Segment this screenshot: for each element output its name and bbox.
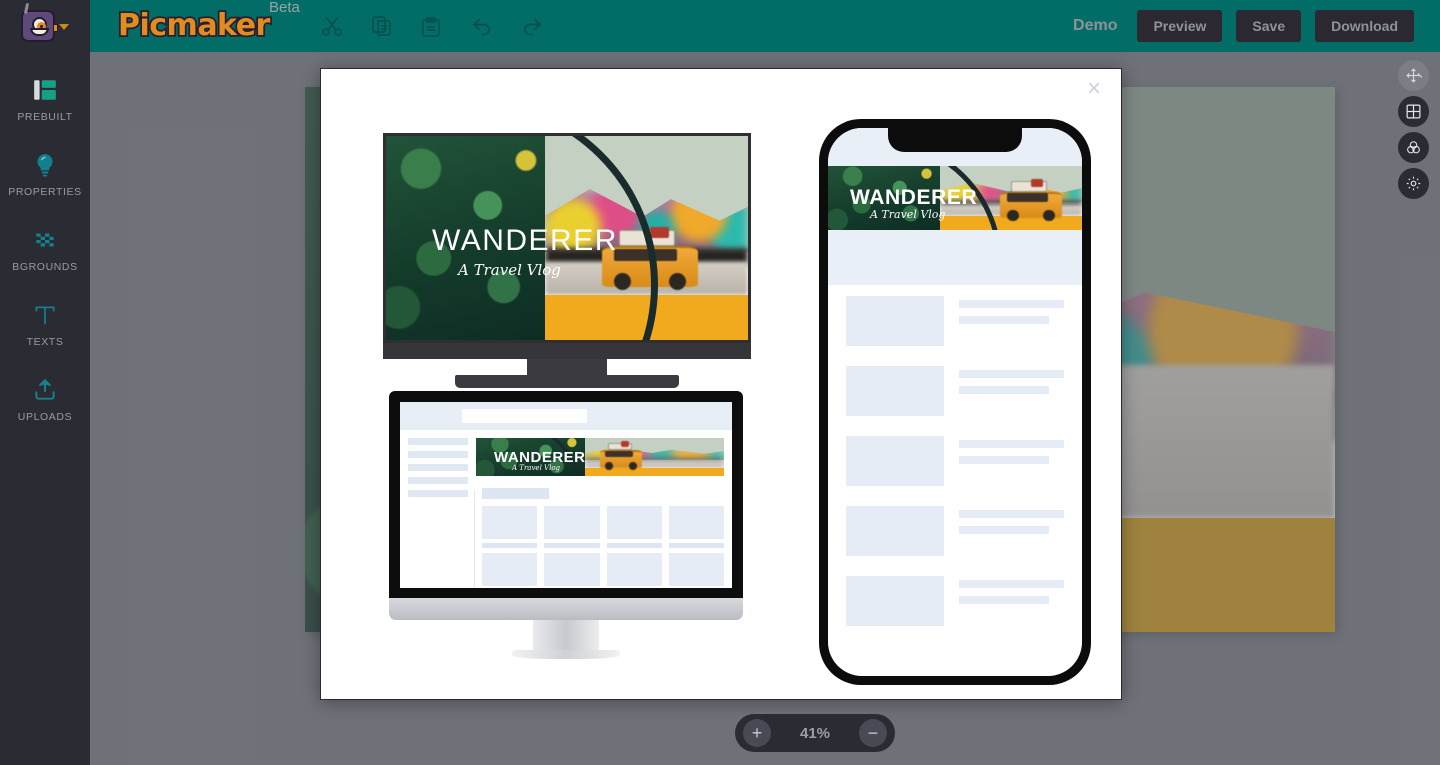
undo-icon[interactable] [470,14,494,38]
sidebar-item-prebuilt[interactable]: PREBUILT [0,62,90,137]
phone-content-list [828,296,1082,676]
upload-icon [32,377,58,403]
zoom-control: + 41% − [735,714,895,752]
paste-icon[interactable] [420,14,444,38]
layout-grid-icon [32,77,58,103]
sidebar-item-uploads[interactable]: UPLOADS [0,362,90,437]
sidebar-label-prebuilt: PREBUILT [17,110,73,123]
project-name[interactable]: Demo [1073,17,1117,35]
tv-mockup: WANDERER A Travel Vlog [383,133,751,388]
mockup-preview-modal: × WANDERER A Travel Vlog WANDERER A Trav… [320,68,1122,700]
grid-tool-icon[interactable] [1398,96,1429,127]
checkerboard-icon [32,227,58,253]
banner-subtitle: A Travel Vlog [512,464,561,472]
tv-screen: WANDERER A Travel Vlog [383,133,751,343]
banner-subtitle: A Travel Vlog [458,261,561,279]
wireframe-row [482,553,724,588]
wireframe-nav-column [408,438,468,503]
redo-icon[interactable] [520,14,544,38]
app-logo: Picmaker Beta [116,0,300,43]
sidebar-item-texts[interactable]: TEXTS [0,287,90,362]
phone-mockup: WANDERER A Travel Vlog [819,119,1091,685]
beta-badge: Beta [269,0,300,16]
sidebar-item-bgrounds[interactable]: BGROUNDS [0,212,90,287]
wireframe-row [482,506,724,548]
list-item [846,366,1064,416]
preview-button[interactable]: Preview [1137,10,1223,42]
desktop-website-wireframe: WANDERER A Travel Vlog [400,402,732,588]
header-toolbar [320,14,544,38]
sidebar-label-texts: TEXTS [26,335,64,348]
zoom-level-value: 41% [799,724,831,742]
lightbulb-icon [32,152,58,178]
list-item [846,296,1064,346]
phone-hero-block [828,230,1082,285]
list-item [846,506,1064,556]
desktop-chin [389,598,743,620]
tv-stand-foot [455,375,679,388]
phone-banner-design: WANDERER A Travel Vlog [828,166,1082,230]
settings-gear-icon[interactable] [1398,168,1429,199]
desktop-mockup: WANDERER A Travel Vlog [389,391,743,659]
move-tool-icon[interactable] [1398,60,1429,91]
app-header: Picmaker Beta Demo Preview Save Download [0,0,1440,52]
banner-title: WANDERER [850,186,978,209]
desktop-banner-design: WANDERER A Travel Vlog [476,438,724,476]
banner-subtitle: A Travel Vlog [870,208,946,221]
zoom-out-button[interactable]: − [859,719,887,747]
wireframe-search-bar [462,409,587,423]
picmaker-editor: WANDERER A Travel Vlog Picmaker Beta [0,0,1440,765]
tv-stand-neck [527,359,607,375]
desktop-stand-foot [512,650,620,659]
chevron-down-icon[interactable] [59,24,69,30]
download-button[interactable]: Download [1315,10,1414,42]
wireframe-heading [482,488,549,499]
close-icon[interactable]: × [1081,76,1107,102]
account-menu[interactable] [0,0,90,52]
phone-notch [888,128,1022,152]
text-t-icon [32,302,58,328]
copy-icon[interactable] [370,14,394,38]
desktop-screen: WANDERER A Travel Vlog [389,391,743,598]
sidebar-item-properties[interactable]: PROPERTIES [0,137,90,212]
van-illustration [1000,178,1062,221]
wireframe-card-grid [482,506,724,588]
sidebar-label-properties: PROPERTIES [8,185,82,198]
van-illustration [600,441,642,470]
tv-banner-design: WANDERER A Travel Vlog [386,136,748,340]
sidebar-label-bgrounds: BGROUNDS [12,260,78,273]
robot-avatar-icon [21,2,58,42]
banner-title: WANDERER [432,224,618,257]
left-sidebar: PREBUILT PROPERTIES BGROUNDS TEXTS UPLOA… [0,52,90,765]
cut-icon[interactable] [320,14,344,38]
list-item [846,576,1064,626]
sidebar-label-uploads: UPLOADS [17,410,73,423]
zoom-in-button[interactable]: + [743,719,771,747]
phone-screen: WANDERER A Travel Vlog [828,128,1082,676]
tv-bezel [383,343,751,359]
color-palette-icon[interactable] [1398,132,1429,163]
right-toolbar [1398,60,1429,199]
header-actions: Demo Preview Save Download [1073,10,1440,42]
list-item [846,436,1064,486]
desktop-stand-neck [533,620,599,650]
app-logo-text: Picmaker [116,8,272,43]
save-button[interactable]: Save [1236,10,1302,42]
